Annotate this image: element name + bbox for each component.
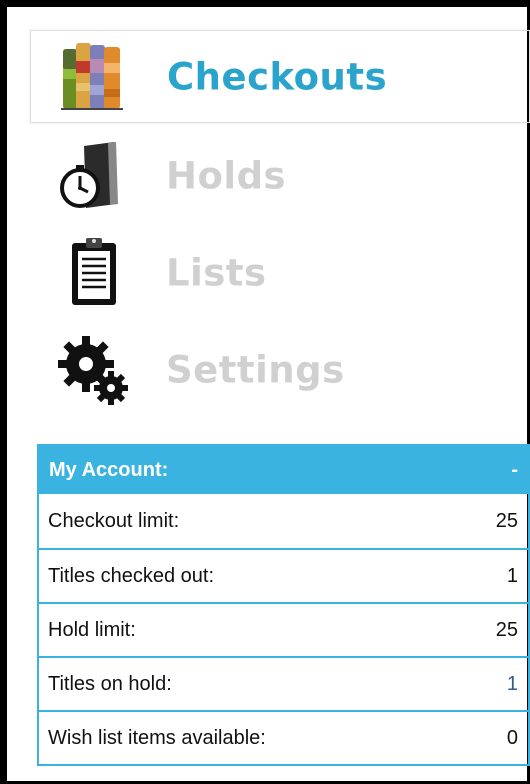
nav-item-lists[interactable]: Lists [30, 224, 530, 321]
nav-label-holds: Holds [166, 154, 287, 197]
row-label: Hold limit: [48, 618, 136, 641]
nav-label-lists: Lists [166, 251, 267, 294]
main-nav: Checkouts Holds Lists Settings [30, 30, 530, 418]
row-value: 25 [495, 618, 518, 641]
row-label: Checkout limit: [48, 509, 180, 532]
my-account-panel: My Account: - Checkout limit: 25 Titles … [37, 444, 530, 766]
row-value: 1 [506, 564, 518, 587]
nav-label-settings: Settings [166, 348, 345, 391]
account-row-wish-list: Wish list items available: 0 [39, 710, 528, 764]
nav-item-settings[interactable]: Settings [30, 321, 530, 418]
nav-label-checkouts: Checkouts [167, 55, 388, 98]
collapse-toggle[interactable]: - [511, 459, 518, 482]
account-row-checkout-limit: Checkout limit: 25 [39, 494, 528, 548]
my-account-title: My Account: [49, 458, 169, 481]
account-row-titles-checked-out: Titles checked out: 1 [39, 548, 528, 602]
clipboard-icon [72, 237, 116, 305]
app-frame: Checkouts Holds Lists Settings My Accoun… [0, 0, 530, 784]
gears-icon [58, 335, 128, 405]
account-row-hold-limit: Hold limit: 25 [39, 602, 528, 656]
account-row-titles-on-hold: Titles on hold: 1 [39, 656, 528, 710]
row-value: 0 [506, 726, 518, 749]
nav-item-checkouts[interactable]: Checkouts [30, 30, 530, 123]
row-label: Titles on hold: [48, 672, 172, 695]
row-value: 25 [495, 509, 518, 532]
my-account-header[interactable]: My Account: - [39, 446, 528, 494]
books-icon [61, 42, 123, 110]
nav-item-holds[interactable]: Holds [30, 127, 530, 224]
row-label: Wish list items available: [48, 726, 266, 749]
titles-on-hold-link[interactable]: 1 [507, 673, 518, 696]
row-label: Titles checked out: [48, 564, 215, 587]
stopwatch-book-icon [60, 141, 118, 208]
